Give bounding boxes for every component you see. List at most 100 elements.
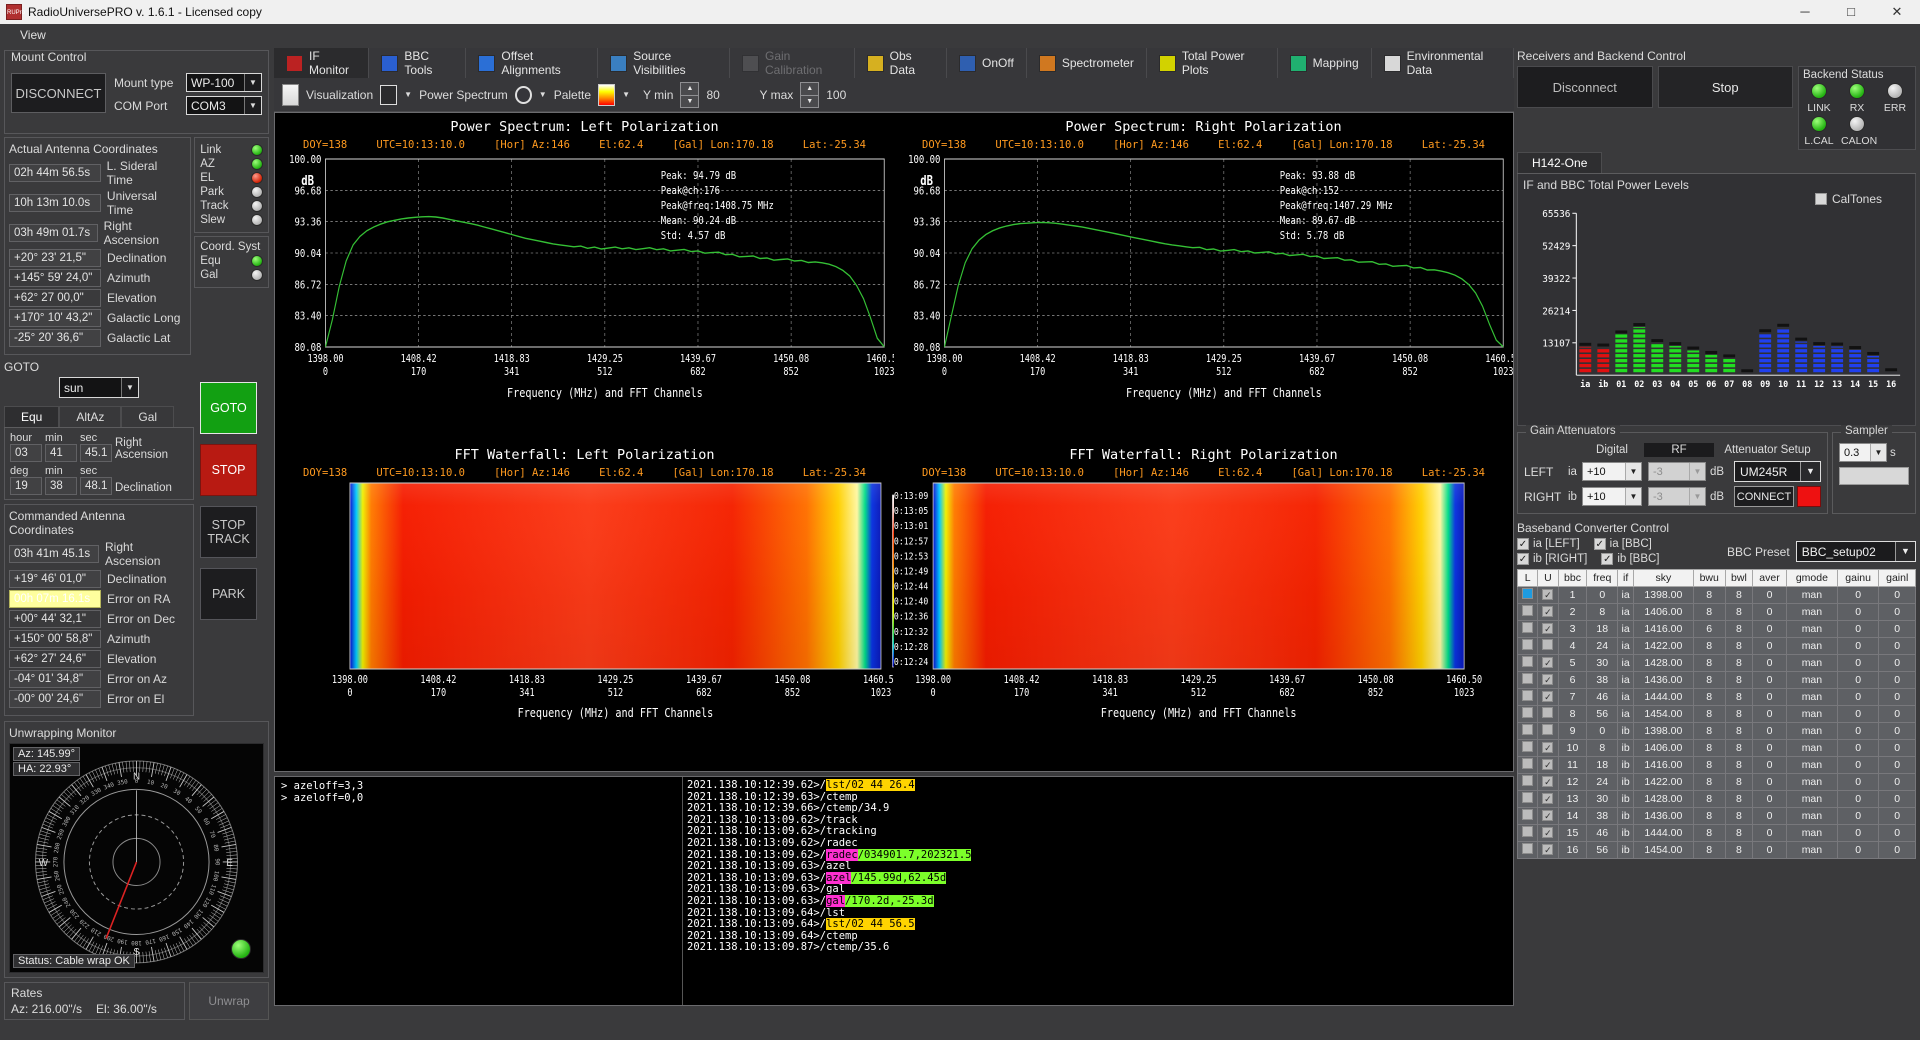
bbc-cell-bbc[interactable]: 10 bbox=[1557, 739, 1588, 757]
bbc-checkbox[interactable] bbox=[1542, 759, 1554, 770]
bbc-cell-bwu[interactable]: 8 bbox=[1692, 790, 1726, 808]
bbc-cell-bwu[interactable]: 8 bbox=[1692, 705, 1726, 723]
bbc-check-ib-bbc-[interactable]: ✓ ib [BBC] bbox=[1601, 553, 1660, 565]
bbc-cell-gmode[interactable]: man bbox=[1785, 586, 1838, 604]
caltones-checkbox[interactable] bbox=[1814, 193, 1827, 205]
bbc-cell-bbc[interactable]: 15 bbox=[1557, 824, 1588, 842]
attenuator-setup-select[interactable]: UM245R ▼ bbox=[1734, 461, 1821, 482]
bbc-cell-aver[interactable]: 0 bbox=[1752, 807, 1787, 825]
bbc-checkbox[interactable] bbox=[1522, 758, 1534, 769]
bbc-cell-gmode[interactable]: man bbox=[1785, 824, 1838, 842]
chevron-down-icon[interactable]: ▼ bbox=[1870, 444, 1886, 461]
chevron-down-icon[interactable]: ▼ bbox=[244, 97, 261, 114]
bbc-cell-bwl[interactable]: 8 bbox=[1724, 671, 1754, 689]
bbc-cell-sky[interactable]: 1416.00 bbox=[1633, 620, 1694, 638]
bbc-cell-aver[interactable]: 0 bbox=[1752, 654, 1787, 672]
bbc-cell-bwl[interactable]: 8 bbox=[1724, 824, 1754, 842]
bbc-cell-gmode[interactable]: man bbox=[1785, 790, 1838, 808]
bbc-checkbox[interactable] bbox=[1542, 742, 1554, 753]
bbc-cell-gainl[interactable]: 0 bbox=[1878, 773, 1916, 791]
bbc-cell-gmode[interactable]: man bbox=[1785, 773, 1838, 791]
table-row[interactable]: 9 0 ib 1398.00 8 8 0 man 0 0 bbox=[1516, 722, 1916, 740]
bbc-cell-bwu[interactable]: 8 bbox=[1692, 739, 1726, 757]
chevron-down-icon[interactable]: ▼ bbox=[404, 90, 412, 99]
park-button[interactable]: PARK bbox=[200, 568, 257, 620]
bbc-cell-freq[interactable]: 46 bbox=[1586, 688, 1619, 706]
bbc-checkbox[interactable] bbox=[1522, 639, 1534, 650]
bbc-cell-bwl[interactable]: 8 bbox=[1724, 688, 1754, 706]
bbc-cell-bbc[interactable]: 2 bbox=[1557, 603, 1588, 621]
bbc-cell-gainl[interactable]: 0 bbox=[1878, 705, 1916, 723]
stop-track-button[interactable]: STOP TRACK bbox=[200, 506, 257, 558]
menu-item-view[interactable]: View bbox=[12, 26, 54, 44]
bbc-cell-sky[interactable]: 1398.00 bbox=[1633, 586, 1694, 604]
bbc-cell-bwu[interactable]: 8 bbox=[1692, 807, 1726, 825]
bbc-cell-if[interactable]: ib bbox=[1617, 790, 1635, 808]
bbc-cell-freq[interactable]: 30 bbox=[1586, 654, 1619, 672]
ymin-stepper[interactable]: ▲ ▼ bbox=[680, 81, 700, 108]
checkbox[interactable]: ✓ bbox=[1517, 553, 1529, 565]
bbc-checkbox[interactable] bbox=[1542, 810, 1554, 821]
bbc-cell-freq[interactable]: 18 bbox=[1586, 756, 1619, 774]
bbc-cell-U[interactable] bbox=[1537, 654, 1559, 672]
dec-min-input[interactable]: 38 bbox=[45, 477, 77, 495]
chevron-down-icon[interactable]: ▼ bbox=[539, 90, 547, 99]
bbc-cell-bwu[interactable]: 8 bbox=[1692, 603, 1726, 621]
dec-sec-input[interactable]: 48.1 bbox=[80, 477, 112, 495]
bbc-cell-freq[interactable]: 0 bbox=[1586, 722, 1619, 740]
minimize-button[interactable]: ─ bbox=[1782, 0, 1828, 24]
bbc-cell-gmode[interactable]: man bbox=[1785, 654, 1838, 672]
bbc-cell-bbc[interactable]: 4 bbox=[1557, 637, 1588, 655]
bbc-cell-L[interactable] bbox=[1516, 586, 1539, 604]
bbc-cell-bwl[interactable]: 8 bbox=[1724, 620, 1754, 638]
bbc-cell-if[interactable]: ia bbox=[1617, 671, 1635, 689]
bbc-cell-U[interactable] bbox=[1537, 722, 1559, 740]
bbc-cell-gainu[interactable]: 0 bbox=[1836, 756, 1880, 774]
tab-mapping[interactable]: Mapping bbox=[1278, 48, 1372, 78]
bbc-preset-select[interactable]: BBC_setup02 ▼ bbox=[1795, 541, 1916, 562]
ra-sec-input[interactable]: 45.1 bbox=[80, 444, 112, 462]
bbc-cell-freq[interactable]: 56 bbox=[1586, 705, 1619, 723]
bbc-cell-sky[interactable]: 1416.00 bbox=[1633, 756, 1694, 774]
bbc-cell-U[interactable] bbox=[1537, 671, 1559, 689]
bbc-cell-aver[interactable]: 0 bbox=[1752, 586, 1787, 604]
bbc-cell-aver[interactable]: 0 bbox=[1752, 671, 1787, 689]
bbc-cell-L[interactable] bbox=[1516, 756, 1539, 774]
bbc-cell-if[interactable]: ia bbox=[1617, 654, 1635, 672]
bbc-cell-L[interactable] bbox=[1516, 790, 1539, 808]
bbc-cell-aver[interactable]: 0 bbox=[1752, 688, 1787, 706]
bbc-cell-aver[interactable]: 0 bbox=[1752, 841, 1787, 859]
bbc-cell-gainl[interactable]: 0 bbox=[1878, 824, 1916, 842]
bbc-cell-gainu[interactable]: 0 bbox=[1836, 739, 1880, 757]
stop-button[interactable]: STOP bbox=[200, 444, 257, 496]
bbc-checkbox[interactable] bbox=[1542, 827, 1554, 838]
table-row[interactable]: 1224ib1422.00880man00 bbox=[1516, 773, 1916, 791]
tab-onoff[interactable]: OnOff bbox=[947, 48, 1027, 78]
bbc-cell-sky[interactable]: 1428.00 bbox=[1633, 654, 1694, 672]
bbc-cell-bwu[interactable]: 8 bbox=[1692, 654, 1726, 672]
table-row[interactable]: 1656ib1454.00880man00 bbox=[1516, 841, 1916, 859]
bbc-cell-L[interactable] bbox=[1516, 807, 1539, 825]
bbc-cell-gmode[interactable]: man bbox=[1785, 722, 1838, 740]
table-row[interactable]: 1330ib1428.00880man00 bbox=[1516, 790, 1916, 808]
bbc-cell-if[interactable]: ia bbox=[1617, 586, 1635, 604]
bbc-cell-aver[interactable]: 0 bbox=[1752, 790, 1787, 808]
tab-total-power-plots[interactable]: Total Power Plots bbox=[1147, 48, 1278, 78]
bbc-cell-if[interactable]: ib bbox=[1617, 739, 1635, 757]
bbc-cell-gmode[interactable]: man bbox=[1785, 637, 1838, 655]
bbc-cell-U[interactable] bbox=[1537, 807, 1559, 825]
bbc-cell-U[interactable] bbox=[1537, 705, 1559, 723]
bbc-cell-gainl[interactable]: 0 bbox=[1878, 671, 1916, 689]
bbc-cell-gainl[interactable]: 0 bbox=[1878, 756, 1916, 774]
bbc-cell-sky[interactable]: 1454.00 bbox=[1633, 841, 1694, 859]
bbc-cell-gmode[interactable]: man bbox=[1785, 620, 1838, 638]
bbc-cell-L[interactable] bbox=[1516, 773, 1539, 791]
bbc-cell-gainu[interactable]: 0 bbox=[1836, 654, 1880, 672]
bbc-cell-gainl[interactable]: 0 bbox=[1878, 722, 1916, 740]
palette-icon[interactable] bbox=[598, 83, 616, 106]
table-row[interactable]: 4 24 ia 1422.00 8 8 0 man 0 0 bbox=[1516, 637, 1916, 655]
bbc-cell-U[interactable] bbox=[1537, 824, 1559, 842]
gain-digital-select[interactable]: +10 ▼ bbox=[1582, 462, 1642, 481]
bbc-checkbox[interactable] bbox=[1522, 673, 1534, 684]
table-row[interactable]: 1546ib1444.00880man00 bbox=[1516, 824, 1916, 842]
